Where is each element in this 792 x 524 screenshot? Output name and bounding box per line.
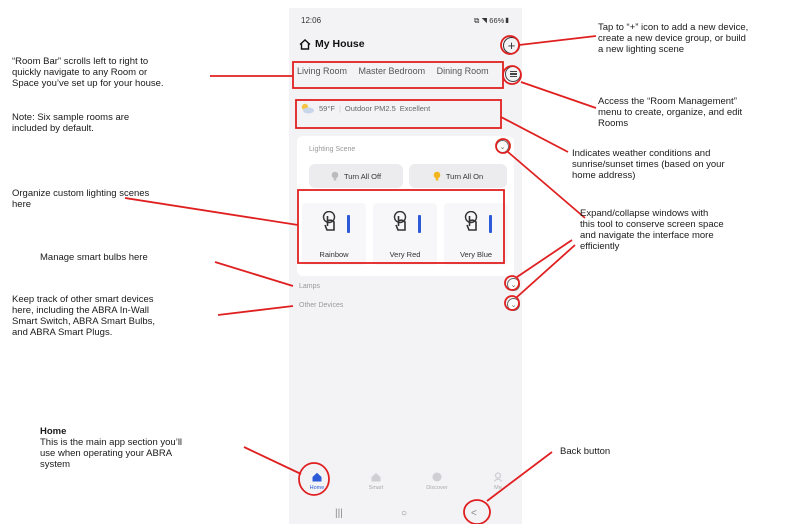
scene-tile[interactable]: Rainbow bbox=[302, 203, 366, 265]
home-icon bbox=[312, 472, 322, 482]
house-selector[interactable]: My House bbox=[299, 38, 365, 50]
add-icon[interactable]: + bbox=[503, 37, 520, 54]
annotation-bulbs: Manage smart bulbs here bbox=[40, 252, 148, 263]
weather-bar: 59°F | Outdoor PM2.5 Excellent bbox=[299, 103, 430, 114]
nav-label: Smart bbox=[368, 485, 384, 491]
nav-label: Me bbox=[494, 485, 502, 491]
nav-label: Home bbox=[309, 485, 325, 491]
nav-me[interactable]: Me bbox=[483, 472, 513, 491]
smart-icon bbox=[371, 473, 381, 482]
back-button[interactable]: < bbox=[471, 508, 477, 519]
leader-expand-2 bbox=[516, 239, 573, 278]
collapse-lamps-icon[interactable]: ⌄ bbox=[507, 278, 520, 291]
recents-button[interactable]: ||| bbox=[335, 508, 343, 519]
weather-temp: 59°F bbox=[319, 104, 335, 113]
status-indicators: ⧉ ◥ 66%▮ bbox=[474, 16, 510, 25]
scene-level-bar bbox=[347, 215, 350, 233]
bulb-on-icon bbox=[433, 171, 441, 181]
air-quality-label: Outdoor PM2.5 bbox=[344, 104, 396, 113]
status-time: 12:06 bbox=[301, 16, 322, 25]
phone-screen: 12:06 ⧉ ◥ 66%▮ My House + Living Room Ma… bbox=[289, 8, 522, 524]
nav-discover[interactable]: Discover bbox=[422, 472, 452, 491]
air-quality-value: Excellent bbox=[399, 104, 431, 113]
room-tab[interactable]: Living Room bbox=[297, 66, 347, 76]
house-title: My House bbox=[315, 38, 365, 50]
lamps-label: Lamps bbox=[299, 283, 321, 290]
annotation-room-bar: “Room Bar” scrolls left to right to quick… bbox=[12, 56, 164, 89]
other-devices-label: Other Devices bbox=[299, 302, 344, 309]
tap-hand-icon bbox=[322, 211, 336, 231]
nav-label: Discover bbox=[426, 485, 448, 491]
annotation-plus: Tap to “+” icon to add a new device, crea… bbox=[598, 22, 749, 55]
scene-tile[interactable]: Very Red bbox=[373, 203, 437, 265]
room-bar[interactable]: Living Room Master Bedroom Dining Room bbox=[297, 66, 507, 76]
scene-level-bar bbox=[418, 215, 421, 233]
house-icon bbox=[299, 38, 311, 50]
scene-label: Very Blue bbox=[459, 250, 493, 259]
room-tab[interactable]: Master Bedroom bbox=[359, 66, 426, 76]
nav-home[interactable]: Home bbox=[302, 472, 332, 491]
turn-all-on-label: Turn All On bbox=[445, 171, 484, 181]
turn-all-off-label: Turn All Off bbox=[343, 171, 382, 181]
leader-other bbox=[217, 305, 294, 316]
scene-label: Very Red bbox=[389, 250, 421, 259]
leader-expand-3 bbox=[516, 244, 576, 298]
leader-plus bbox=[518, 35, 597, 46]
annotation-room-management: Access the “Room Management” menu to crea… bbox=[598, 96, 743, 129]
annotation-note: Note: Six sample rooms are included by de… bbox=[12, 112, 130, 134]
room-management-icon[interactable] bbox=[505, 66, 521, 82]
bottom-nav: Home Smart Discover Me bbox=[289, 466, 522, 506]
collapse-other-devices-icon[interactable]: ⌄ bbox=[507, 298, 520, 311]
annotation-back: Back button bbox=[560, 446, 611, 457]
tap-hand-icon bbox=[464, 211, 478, 231]
scene-label: Rainbow bbox=[319, 250, 349, 259]
lighting-scene-title: Lighting Scene bbox=[309, 146, 356, 153]
turn-all-off-button[interactable]: Turn All Off bbox=[309, 164, 403, 188]
leader-scenes bbox=[124, 197, 299, 226]
room-tab[interactable]: Dining Room bbox=[437, 66, 489, 76]
annotation-weather: Indicates weather conditions and sunrise/… bbox=[572, 148, 725, 181]
partly-cloudy-icon bbox=[301, 103, 314, 114]
leader-bulbs bbox=[214, 261, 294, 287]
turn-all-on-button[interactable]: Turn All On bbox=[409, 164, 507, 188]
annotation-other-devices: Keep track of other smart devices here, i… bbox=[12, 294, 156, 338]
nav-smart[interactable]: Smart bbox=[361, 472, 391, 491]
annotation-scenes: Organize custom lighting scenes here bbox=[12, 188, 150, 210]
system-nav: ||| ○ < bbox=[289, 504, 522, 524]
scene-level-bar bbox=[489, 215, 492, 233]
scene-tile[interactable]: Very Blue bbox=[444, 203, 508, 265]
profile-icon bbox=[493, 472, 503, 482]
collapse-scene-icon[interactable]: ⌄ bbox=[496, 140, 509, 153]
system-home-button[interactable]: ○ bbox=[401, 508, 407, 519]
leader-room-menu bbox=[520, 81, 597, 109]
annotation-expand: Expand/collapse windows with this tool to… bbox=[580, 208, 724, 252]
annotation-home: Home This is the main app section you’ll… bbox=[40, 426, 183, 470]
bulb-off-icon bbox=[331, 171, 339, 181]
discover-icon bbox=[432, 472, 442, 482]
tap-hand-icon bbox=[393, 211, 407, 231]
